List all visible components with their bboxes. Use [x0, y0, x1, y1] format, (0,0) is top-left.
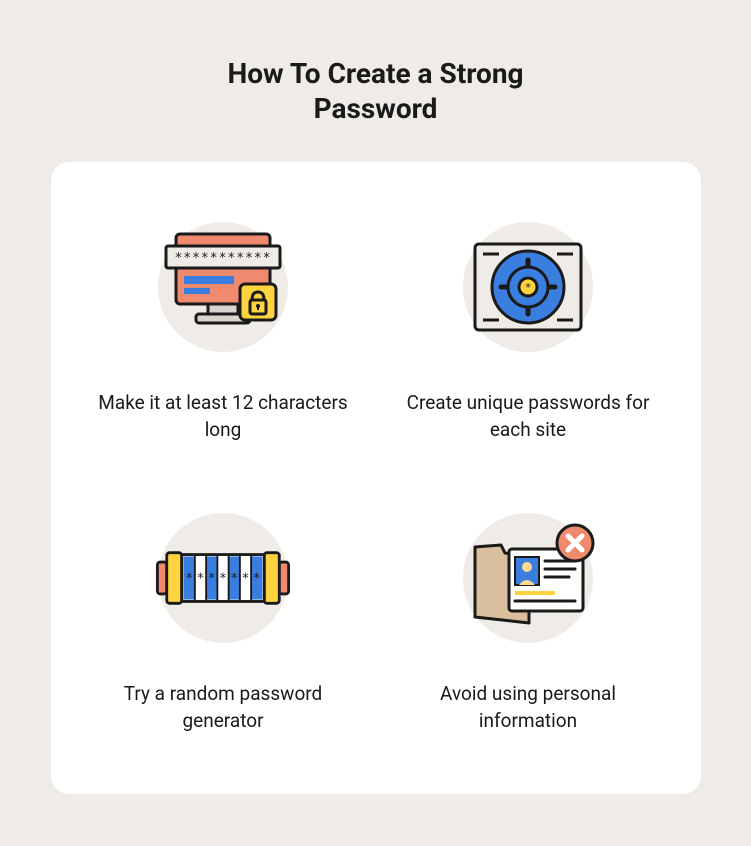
- page-title: How To Create a Strong Password: [196, 56, 556, 126]
- svg-text:*: *: [242, 572, 250, 587]
- svg-text:*: *: [253, 572, 261, 587]
- svg-text:*: *: [185, 572, 193, 587]
- svg-text:*: *: [230, 572, 238, 587]
- tips-card: *********** Make it at least 12 characte…: [51, 162, 701, 794]
- svg-text:***********: ***********: [174, 251, 271, 266]
- tip-item: * Create unique passwords for each site: [386, 212, 671, 443]
- vault-icon: *: [453, 212, 603, 362]
- tip-label: Avoid using personal information: [398, 681, 658, 734]
- tip-item: * * * * * * * Try a random password gene…: [81, 503, 366, 734]
- svg-text:*: *: [208, 572, 216, 587]
- svg-text:*: *: [525, 281, 532, 294]
- svg-text:*: *: [219, 572, 227, 587]
- tip-label: Make it at least 12 characters long: [93, 390, 353, 443]
- tip-label: Try a random password generator: [93, 681, 353, 734]
- generator-icon: * * * * * * *: [148, 503, 298, 653]
- svg-text:*: *: [197, 572, 205, 587]
- tip-label: Create unique passwords for each site: [398, 390, 658, 443]
- computer-password-icon: ***********: [148, 212, 298, 362]
- tip-item: Avoid using personal information: [386, 503, 671, 734]
- tip-item: *********** Make it at least 12 characte…: [81, 212, 366, 443]
- personal-info-icon: [453, 503, 603, 653]
